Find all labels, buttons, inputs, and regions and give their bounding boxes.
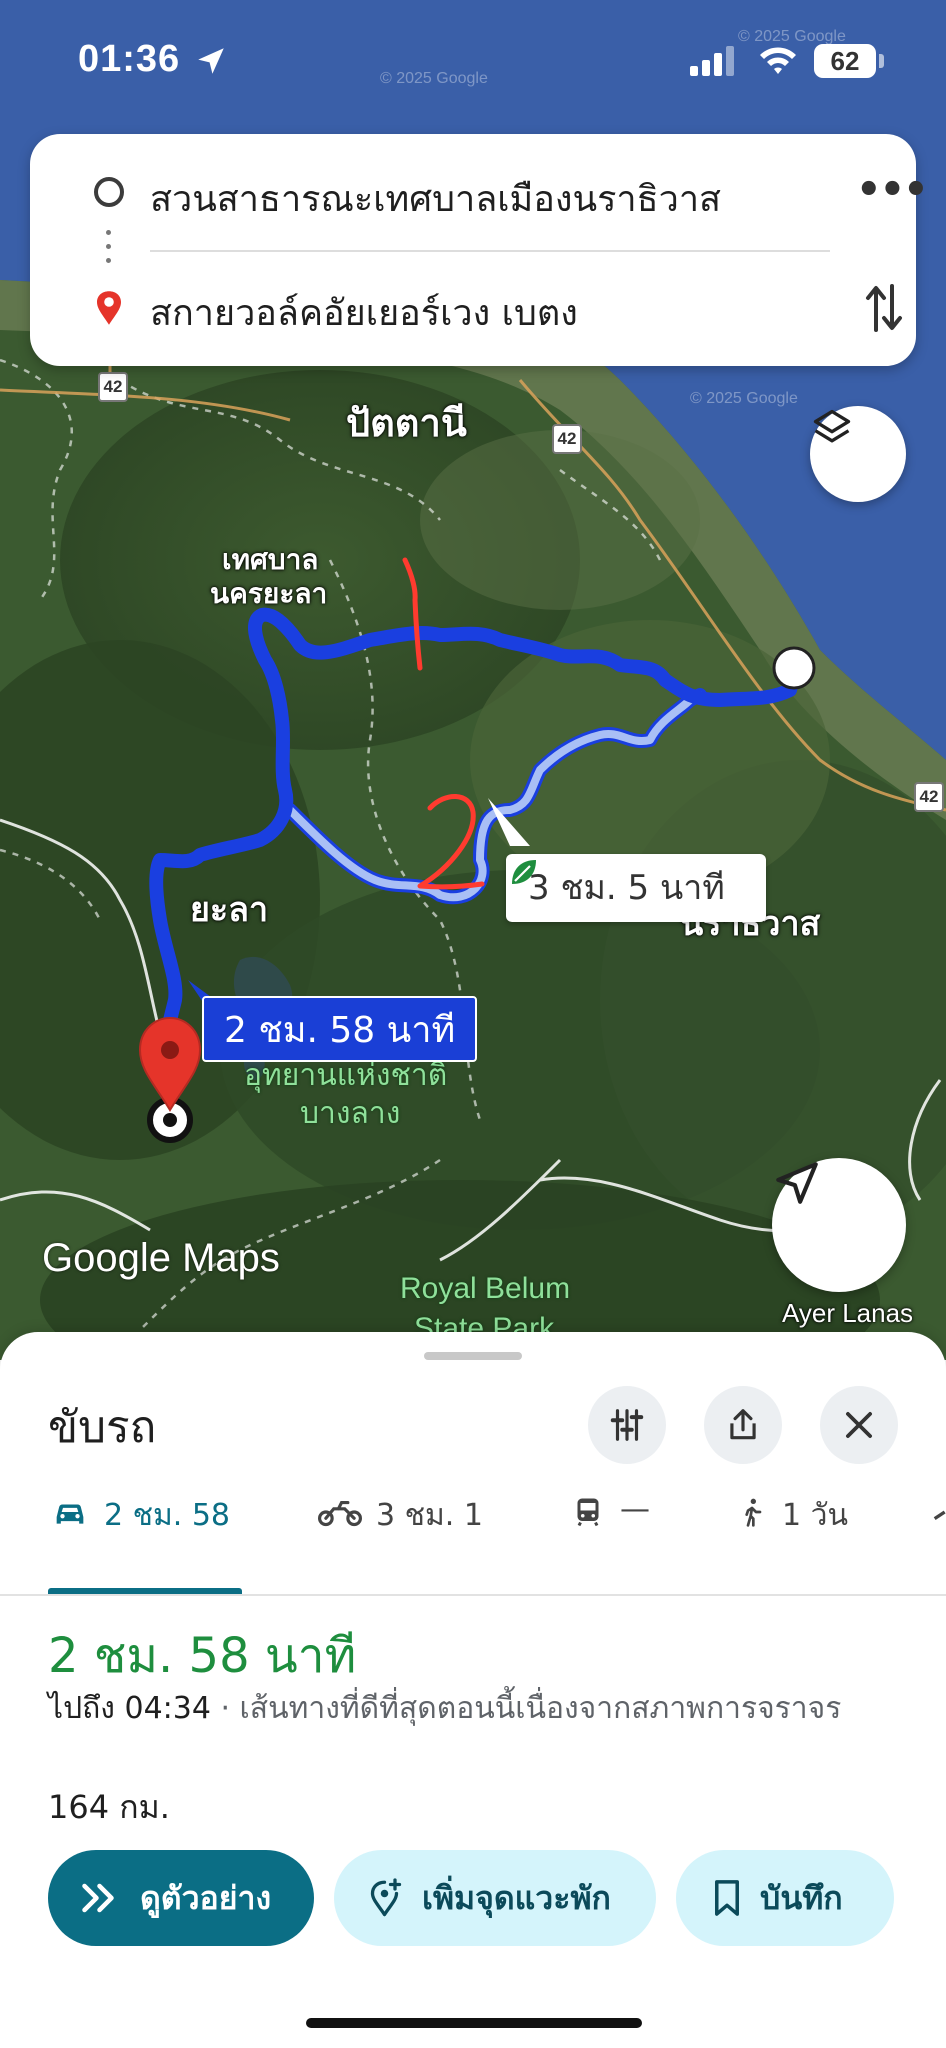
tab-motorcycle[interactable]: 3 ชม. 1 <box>318 1482 483 1566</box>
route-search-card: สวนสาธารณะเทศบาลเมืองนราธิวาส สกายวอล์คอ… <box>30 134 929 366</box>
tab-transit-label: — <box>620 1492 650 1527</box>
tab-walking-label: 1 วัน <box>782 1498 848 1533</box>
double-chevron-right-icon <box>82 1883 114 1913</box>
alt-route-time-text: 3 ชม. 5 นาที <box>528 868 725 908</box>
tab-motorcycle-label: 3 ชม. 1 <box>376 1498 483 1533</box>
map-label-yala: ยะลา <box>190 890 269 930</box>
battery-indicator: 62 <box>814 44 876 78</box>
close-icon <box>846 1412 872 1438</box>
road-shield-42-north: 42 <box>552 424 582 454</box>
tabs-divider <box>0 1594 946 1596</box>
motorcycle-icon <box>318 1500 362 1527</box>
bicycle-icon <box>933 1510 946 1521</box>
route-duration: 2 ชม. 58 นาที <box>48 1628 357 1684</box>
map-label-pattani: ปัตตานี <box>346 401 467 445</box>
destination-pin[interactable] <box>138 1016 202 1143</box>
map-label-ayer-lanas: Ayer Lanas <box>782 1298 914 1328</box>
share-button[interactable] <box>704 1386 782 1464</box>
add-stop-button-label: เพิ่มจุดแวะพัก <box>422 1878 611 1917</box>
origin-circle-icon <box>94 177 124 207</box>
add-location-icon <box>370 1878 402 1917</box>
road-shield-42-east: 42 <box>914 782 944 812</box>
preview-button[interactable]: ดูตัวอย่าง <box>48 1850 314 1946</box>
tab-more-partial[interactable] <box>930 1482 946 1566</box>
copyright-text-3: © 2025 Google <box>690 390 798 407</box>
bookmark-icon <box>715 1880 739 1916</box>
save-button-label: บันทึก <box>760 1878 843 1917</box>
sheet-drag-handle[interactable] <box>424 1352 522 1360</box>
route-reason: · เส้นทางที่ดีที่สุดตอนนี้เนื่องจากสภาพก… <box>210 1691 842 1726</box>
walk-icon <box>745 1498 762 1527</box>
travel-mode-tabs: 2 ชม. 58 3 ชม. 1 — 1 วัน <box>0 1482 946 1566</box>
arrival-time: ไปถึง 04:34 <box>48 1691 211 1726</box>
preview-button-label: ดูตัวอย่าง <box>140 1878 272 1917</box>
vertical-dots-icon <box>106 230 112 272</box>
car-icon <box>56 1504 84 1524</box>
map-label-yala-municipality-line2: นครยะลา <box>210 577 328 610</box>
home-indicator[interactable] <box>306 2018 642 2028</box>
alt-route-time-label[interactable]: 3 ชม. 5 นาที <box>506 854 766 922</box>
map-label-royal-belum: Royal Belum <box>400 1272 571 1305</box>
origin-marker[interactable] <box>772 646 816 690</box>
layers-icon <box>813 409 851 443</box>
navigation-arrow-icon <box>776 1162 818 1204</box>
tab-walking[interactable]: 1 วัน <box>736 1482 848 1566</box>
share-icon <box>730 1409 756 1440</box>
tab-driving-label: 2 ชม. 58 <box>104 1498 231 1533</box>
destination-field[interactable]: สกายวอล์คอัยเยอร์เวง เบตง <box>150 284 578 341</box>
status-time: 01:36 <box>78 38 181 80</box>
route-options-button[interactable] <box>588 1386 666 1464</box>
add-stop-button[interactable]: เพิ่มจุดแวะพัก <box>334 1850 656 1946</box>
tab-driving[interactable]: 2 ชม. 58 <box>50 1482 230 1566</box>
map-layers-button[interactable] <box>810 406 906 502</box>
origin-field[interactable]: สวนสาธารณะเทศบาลเมืองนราธิวาส <box>150 170 721 227</box>
more-options-icon[interactable]: ••• <box>856 170 929 210</box>
battery-tip <box>879 54 884 68</box>
sliders-icon <box>610 1409 644 1441</box>
map-view[interactable]: ปัตตานี เทศบาล นครยะลา ยะลา อุทยานแห่งชา… <box>0 0 946 1360</box>
tab-transit[interactable]: — <box>570 1482 650 1566</box>
main-route-time-label[interactable]: 2 ชม. 58 นาที <box>202 996 478 1062</box>
transit-icon <box>577 1498 599 1527</box>
travel-mode-title: ขับรถ <box>48 1402 157 1453</box>
status-bar: 01:36 62 <box>0 0 946 120</box>
my-location-button[interactable] <box>772 1158 906 1292</box>
save-button[interactable]: บันทึก <box>676 1850 894 1946</box>
close-button[interactable] <box>820 1386 898 1464</box>
map-label-bang-lang: บางลาง <box>300 1096 401 1131</box>
road-shield-42-west: 42 <box>98 372 128 402</box>
route-distance: 164 กม. <box>48 1788 170 1826</box>
google-maps-logo: Google Maps <box>42 1236 280 1280</box>
field-divider <box>150 250 830 252</box>
route-details: ไปถึง 04:34 · เส้นทางที่ดีที่สุดตอนนี้เน… <box>48 1686 888 1732</box>
